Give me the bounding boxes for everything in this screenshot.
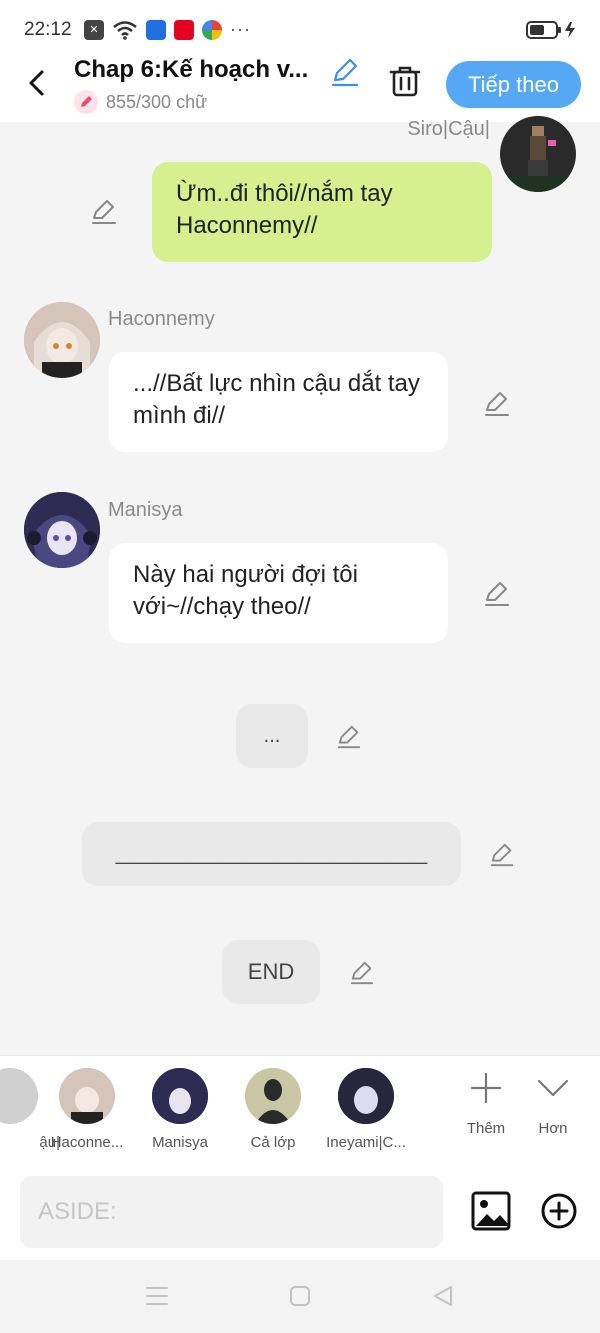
status-icons: ✕ ··· [84, 19, 251, 40]
more-characters-button[interactable]: Hơn [523, 1072, 583, 1137]
pencil-icon [74, 90, 98, 114]
message-bubble[interactable]: Ừm..đi thôi//nắm tay Haconnemy// [152, 162, 492, 262]
menu-icon[interactable] [145, 1285, 169, 1307]
edit-message-icon[interactable] [483, 580, 511, 608]
edit-narration-icon[interactable] [489, 842, 515, 868]
avatar[interactable] [24, 492, 100, 568]
narration-bubble[interactable]: ____________________________ [82, 822, 461, 886]
character-avatar [338, 1068, 394, 1124]
edit-narration-icon[interactable] [349, 960, 375, 986]
wifi-icon [113, 20, 137, 40]
more-notifications: ··· [230, 19, 251, 39]
character-avatar [152, 1068, 208, 1124]
message-bubble[interactable]: ...//Bất lực nhìn cậu dắt tay mình đi// [109, 352, 448, 452]
trash-icon[interactable] [388, 64, 422, 98]
character-avatar [0, 1068, 38, 1124]
speaker-name: Manisya [108, 499, 183, 521]
speaker-name: Siro|Cậu| [407, 118, 490, 140]
battery-icon [526, 21, 575, 39]
add-character-button[interactable]: Thêm [456, 1072, 516, 1137]
back-nav-icon[interactable] [431, 1284, 455, 1308]
next-button[interactable]: Tiếp theo [446, 61, 581, 108]
more-label: Hơn [538, 1120, 568, 1137]
message-bubble[interactable]: Này hai người đợi tôi với~//chạy theo// [109, 543, 448, 643]
edit-message-icon[interactable] [483, 390, 511, 418]
character-item[interactable]: Haconne... [37, 1068, 137, 1151]
word-count: 855/300 chữ [74, 90, 207, 114]
character-item[interactable]: Cả lớp [223, 1068, 323, 1151]
word-count-text: 855/300 chữ [106, 91, 208, 112]
edit-message-icon[interactable] [90, 198, 118, 226]
status-time: 22:12 [24, 19, 72, 40]
avatar[interactable] [24, 302, 100, 378]
add-label: Thêm [466, 1120, 506, 1137]
speaker-name: Haconnemy [108, 308, 215, 330]
character-label: Manisya [152, 1134, 208, 1151]
back-icon[interactable] [22, 68, 52, 98]
character-label: Haconne... [50, 1134, 124, 1151]
character-avatar [59, 1068, 115, 1124]
edit-title-icon[interactable] [330, 58, 360, 88]
color-app-icon [202, 19, 222, 40]
chevron-down-icon [537, 1079, 569, 1097]
home-icon[interactable] [289, 1285, 311, 1307]
aside-input[interactable] [20, 1176, 443, 1248]
pinterest-icon [174, 19, 194, 40]
plus-icon [470, 1072, 502, 1104]
edit-narration-icon[interactable] [336, 724, 362, 750]
character-item[interactable]: Ineyami|C... [316, 1068, 416, 1151]
image-icon[interactable] [470, 1190, 512, 1232]
chapter-title[interactable]: Chap 6:Kế hoạch v... [74, 56, 319, 84]
character-avatar [245, 1068, 301, 1124]
avatar[interactable] [500, 116, 576, 192]
character-item[interactable]: Manisya [130, 1068, 230, 1151]
narration-bubble[interactable]: ... [236, 704, 308, 768]
narration-bubble[interactable]: END [222, 940, 320, 1004]
zalo-icon [146, 19, 166, 40]
add-circle-icon[interactable] [540, 1192, 578, 1230]
notification-icon: ✕ [84, 19, 104, 40]
character-label: Ineyami|C... [326, 1134, 406, 1151]
character-label: Cả lớp [250, 1134, 296, 1151]
